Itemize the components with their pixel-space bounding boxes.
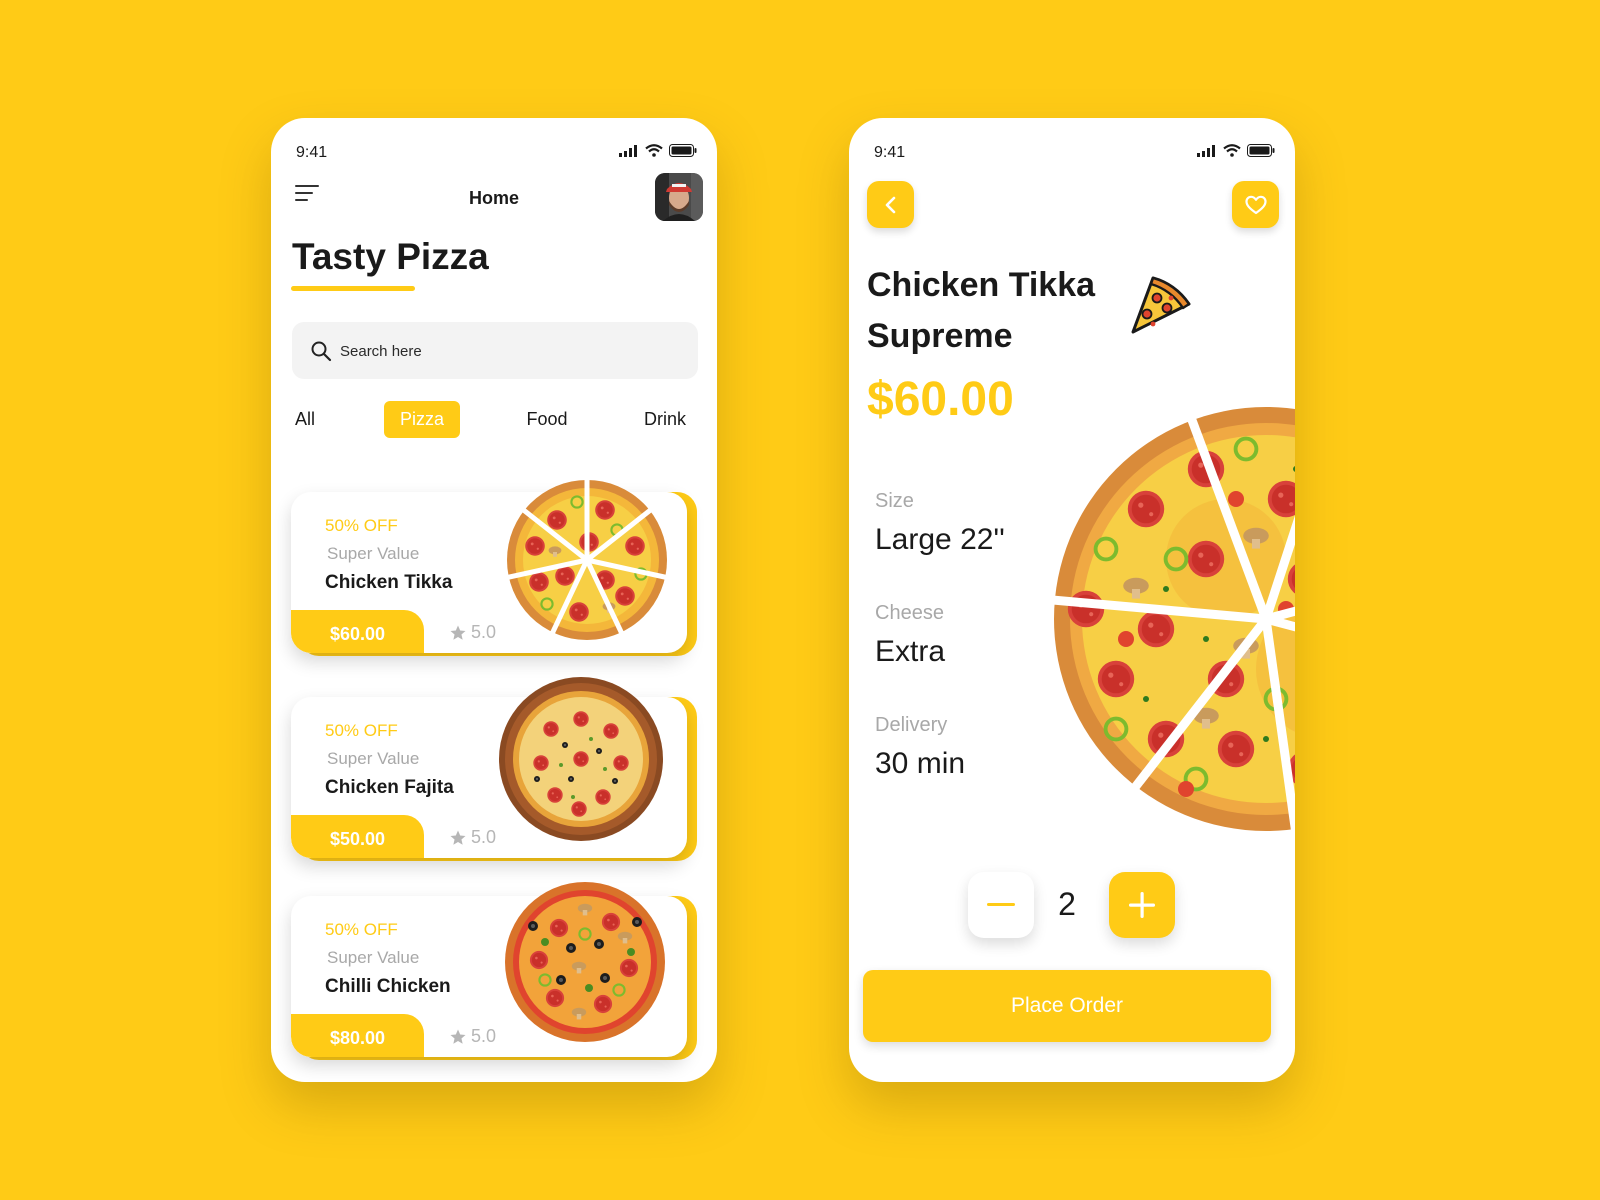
spec-value: Extra	[875, 635, 946, 668]
product-title: Chicken Tikka Supreme	[867, 260, 1127, 362]
status-time: 9:41	[296, 144, 328, 161]
rating-value: 5.0	[471, 827, 497, 847]
search-input[interactable]	[340, 336, 670, 366]
discount-label: 50% OFF	[325, 516, 398, 535]
product-card[interactable]: 50% OFF Super Value Chicken Tikka $60.00…	[291, 476, 697, 656]
tab-drink[interactable]: Drink	[641, 401, 689, 438]
category-tabs: All Pizza Food Drink	[271, 401, 717, 439]
status-bar: 9:41	[271, 140, 717, 164]
discount-label: 50% OFF	[325, 920, 398, 939]
search-icon	[311, 341, 332, 362]
tab-all[interactable]: All	[292, 401, 318, 438]
status-icons	[1197, 144, 1275, 157]
product-name: Chicken Tikka	[325, 572, 453, 593]
tab-pizza[interactable]: Pizza	[384, 401, 460, 438]
pizza-image	[499, 677, 663, 841]
place-order-button[interactable]: Place Order	[863, 970, 1271, 1042]
page-title: Tasty Pizza	[292, 236, 489, 277]
spec-size: Size Large 22''	[875, 490, 1005, 557]
back-button[interactable]	[867, 181, 914, 228]
status-bar: 9:41	[849, 140, 1295, 164]
tagline: Super Value	[327, 544, 420, 563]
minus-icon	[987, 903, 1015, 906]
quantity-value: 2	[1058, 886, 1076, 922]
heart-icon	[1244, 195, 1267, 214]
star-icon	[450, 830, 466, 845]
plus-icon	[1129, 892, 1155, 918]
rating: 5.0	[449, 1026, 496, 1047]
status-icons	[619, 144, 697, 157]
rating-value: 5.0	[471, 622, 497, 642]
spec-label: Delivery	[875, 714, 948, 736]
star-icon	[450, 625, 466, 640]
spec-label: Size	[875, 490, 914, 512]
rating: 5.0	[449, 622, 496, 643]
price-badge[interactable]: $60.00	[291, 610, 424, 653]
battery-icon	[669, 144, 697, 157]
product-card[interactable]: 50% OFF Super Value Chicken Fajita $50.0…	[291, 677, 697, 861]
price-badge[interactable]: $50.00	[291, 815, 424, 858]
tagline: Super Value	[327, 749, 420, 768]
signal-icon	[1197, 144, 1215, 157]
battery-icon	[1247, 144, 1275, 157]
pizza-image	[505, 882, 665, 1042]
discount-label: 50% OFF	[325, 721, 398, 740]
product-name: Chicken Fajita	[325, 777, 454, 798]
search-bar[interactable]	[292, 322, 698, 379]
spec-cheese: Cheese Extra	[875, 602, 945, 669]
wifi-icon	[645, 144, 663, 157]
pizza-hero-image	[1041, 404, 1295, 834]
product-card[interactable]: 50% OFF Super Value Chilli Chicken $80.0…	[291, 882, 697, 1060]
chevron-left-icon	[885, 196, 895, 213]
product-price: $60.00	[867, 373, 1014, 426]
pizza-image	[504, 476, 670, 640]
wifi-icon	[1223, 144, 1241, 157]
title-underline	[291, 286, 415, 291]
spec-delivery: Delivery 30 min	[875, 714, 965, 781]
signal-icon	[619, 144, 637, 157]
product-title-line2: Supreme	[867, 317, 1013, 355]
product-title-line1: Chicken Tikka	[867, 266, 1096, 304]
price-badge[interactable]: $80.00	[291, 1014, 424, 1057]
avatar[interactable]	[655, 173, 703, 221]
tab-food[interactable]: Food	[523, 401, 571, 438]
detail-screen: 9:41 Chicken Tikka Supreme $60.00 Size L…	[849, 118, 1295, 1082]
header-title: Home	[468, 188, 519, 208]
decrease-quantity-button[interactable]	[968, 872, 1034, 938]
product-name: Chilli Chicken	[325, 976, 451, 997]
star-icon	[450, 1029, 466, 1044]
spec-label: Cheese	[875, 602, 944, 624]
rating-value: 5.0	[471, 1026, 497, 1046]
pizza-slice-icon	[1131, 276, 1191, 334]
rating: 5.0	[449, 827, 496, 848]
favorite-button[interactable]	[1232, 181, 1279, 228]
spec-value: Large 22''	[875, 523, 1005, 556]
status-time: 9:41	[874, 144, 906, 161]
spec-value: 30 min	[875, 747, 966, 780]
home-screen: 9:41 Home Tasty Pizza Search here All Pi…	[271, 118, 717, 1082]
increase-quantity-button[interactable]	[1109, 872, 1175, 938]
tagline: Super Value	[327, 948, 420, 967]
